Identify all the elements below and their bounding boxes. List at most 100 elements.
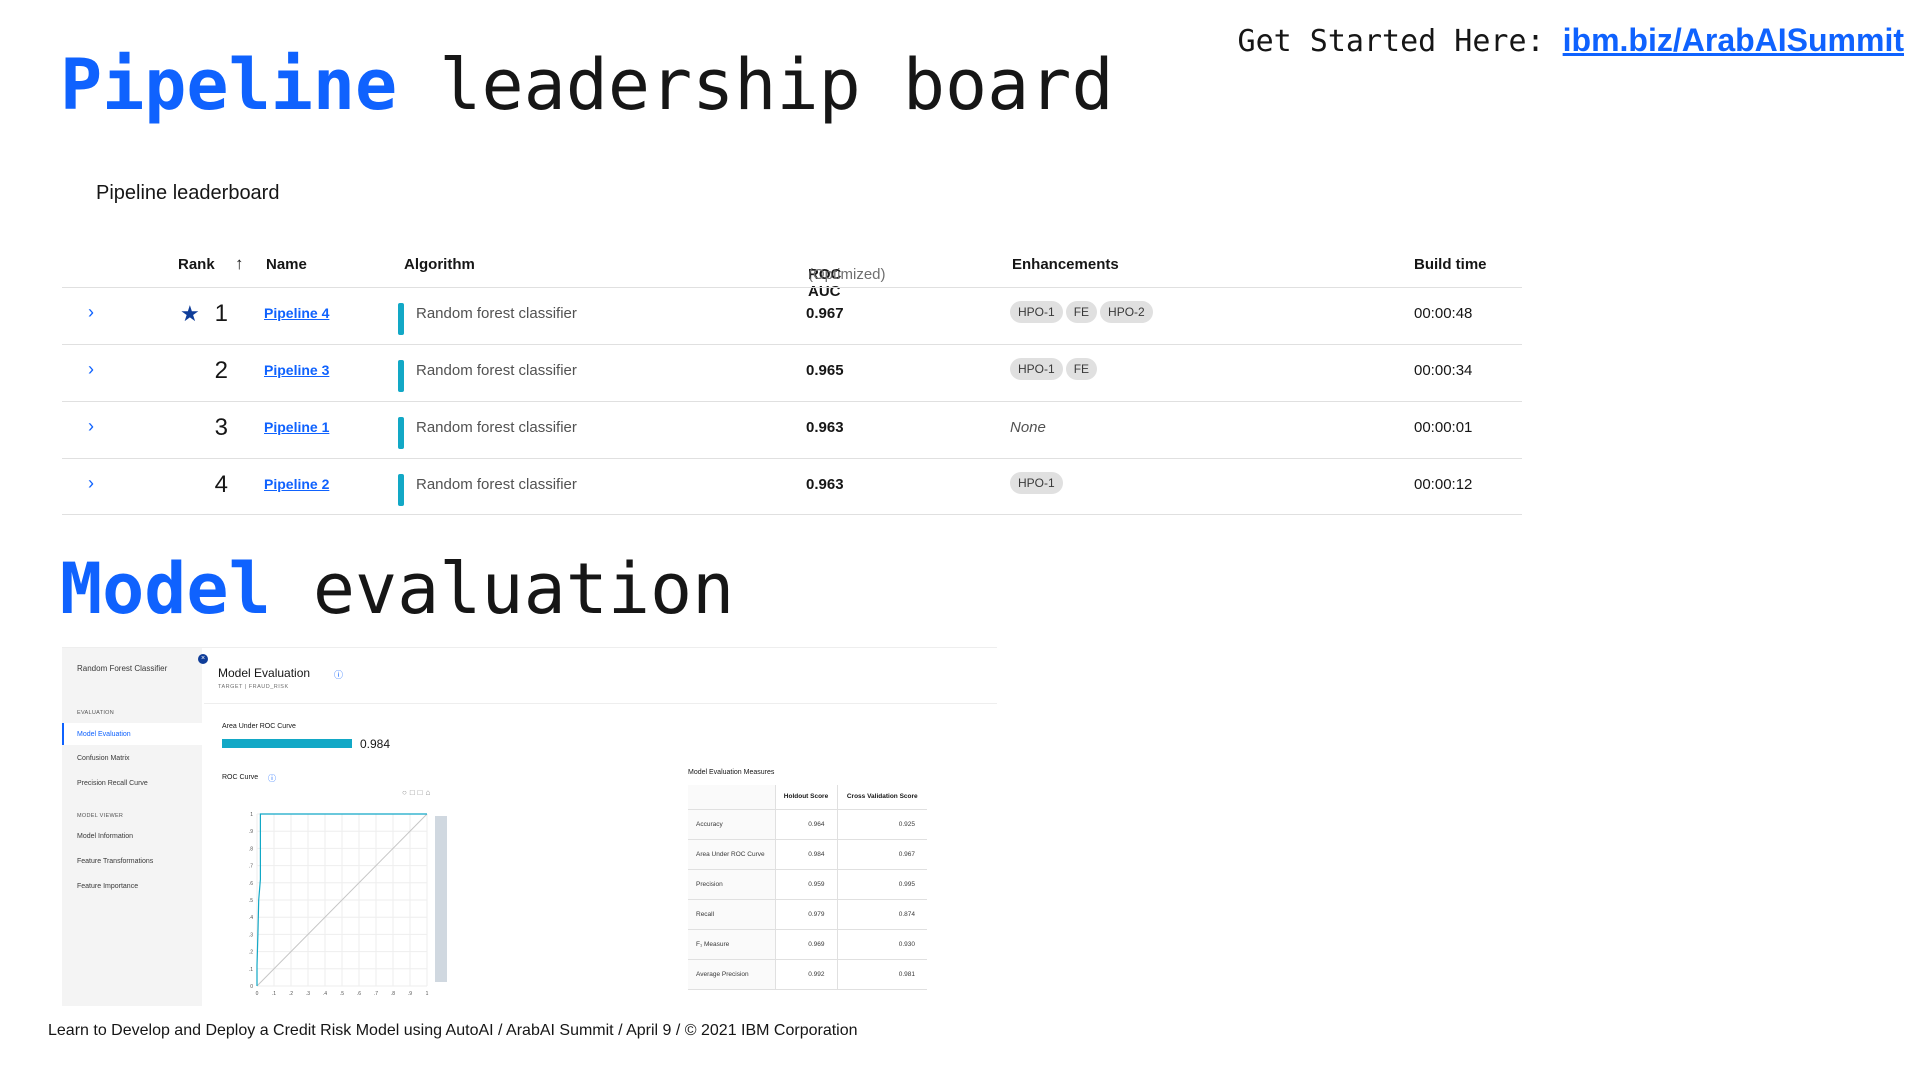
- measure-name: F₁ Measure: [688, 929, 775, 960]
- footer-text: Learn to Develop and Deploy a Credit Ris…: [48, 1022, 858, 1039]
- model-evaluation-panel: Random Forest Classifier EVALUATION Mode…: [62, 647, 997, 1006]
- y-tick-label: .6: [249, 881, 253, 887]
- col-build-time[interactable]: Build time: [1414, 256, 1487, 273]
- pipeline-heading-accent: Pipeline: [60, 44, 398, 126]
- x-tick-label: .3: [306, 991, 310, 997]
- algorithm-name: Random forest classifier: [416, 476, 577, 493]
- pipeline-heading: Pipeline leadership board: [60, 44, 1114, 126]
- sidebar-item-confusion-matrix[interactable]: Confusion Matrix: [77, 755, 130, 762]
- expand-chevron-icon[interactable]: ›: [88, 473, 94, 494]
- x-tick-label: .5: [340, 991, 344, 997]
- y-tick-label: .3: [249, 932, 253, 938]
- model-evaluation-title: Model Evaluation: [218, 666, 311, 680]
- rank-value: 1: [214, 300, 228, 327]
- x-tick-label: 0: [256, 991, 259, 997]
- table-row[interactable]: › 4 Pipeline 2 Random forest classifier …: [62, 458, 1522, 515]
- measure-name: Area Under ROC Curve: [688, 839, 775, 870]
- sidebar-item-feature-transformations[interactable]: Feature Transformations: [77, 858, 153, 865]
- table-row: Accuracy 0.964 0.925: [688, 809, 927, 840]
- sidebar-model-title: Random Forest Classifier: [77, 664, 168, 673]
- cv-score: 0.930: [836, 929, 927, 960]
- enhancement-tag: FE: [1065, 301, 1098, 323]
- enhancement-tag: HPO-1: [1010, 301, 1063, 323]
- sidebar-item-precision-recall[interactable]: Precision Recall Curve: [77, 780, 148, 787]
- expand-chevron-icon[interactable]: ›: [88, 302, 94, 323]
- pipeline-link[interactable]: Pipeline 4: [264, 305, 329, 321]
- enhancements-none: None: [1010, 419, 1046, 436]
- sidebar-item-model-evaluation[interactable]: Model Evaluation: [77, 731, 131, 738]
- close-icon[interactable]: ×: [198, 654, 208, 664]
- sort-arrow-icon[interactable]: ↑: [235, 254, 244, 274]
- table-row: Precision 0.959 0.995: [688, 869, 927, 900]
- measure-name: Recall: [688, 899, 775, 930]
- pipeline-link[interactable]: Pipeline 2: [264, 476, 329, 492]
- model-evaluation-target: TARGET | FRAUD_RISK: [218, 684, 289, 690]
- info-icon[interactable]: ⓘ: [334, 668, 343, 681]
- roc-info-icon[interactable]: ⓘ: [268, 773, 276, 784]
- divider: [204, 703, 997, 704]
- chart-toolbar[interactable]: ○□□⌂: [402, 788, 433, 797]
- auc-value: 0.984: [360, 737, 391, 751]
- rank-value: 3: [214, 414, 228, 441]
- leaderboard-title: Pipeline leaderboard: [96, 182, 280, 204]
- enhancement-tag: HPO-2: [1100, 301, 1153, 323]
- table-row[interactable]: › ★ 1 Pipeline 4 Random forest classifie…: [62, 287, 1522, 344]
- measures-header-cv: Cross Validation Score: [836, 785, 927, 810]
- y-tick-label: 1: [250, 812, 253, 818]
- algorithm-color-bar: [398, 417, 404, 449]
- rank-value: 2: [214, 357, 228, 384]
- pipeline-link[interactable]: Pipeline 3: [264, 362, 329, 378]
- cv-score: 0.995: [836, 869, 927, 900]
- table-row: Average Precision 0.992 0.981: [688, 959, 927, 990]
- model-sidebar: Random Forest Classifier EVALUATION Mode…: [62, 648, 202, 1006]
- measures-table: Holdout Score Cross Validation Score Acc…: [688, 785, 927, 990]
- col-enhancements[interactable]: Enhancements: [1012, 256, 1119, 273]
- y-tick-label: .2: [249, 950, 253, 956]
- expand-chevron-icon[interactable]: ›: [88, 416, 94, 437]
- sidebar-item-model-information[interactable]: Model Information: [77, 833, 133, 840]
- algorithm-color-bar: [398, 474, 404, 506]
- holdout-score: 0.969: [774, 929, 837, 960]
- roc-auc-value: 0.965: [806, 362, 844, 379]
- holdout-score: 0.959: [774, 869, 837, 900]
- y-tick-label: .4: [249, 915, 253, 921]
- model-heading-accent: Model: [60, 548, 271, 630]
- measure-name: Accuracy: [688, 809, 775, 840]
- pipeline-link[interactable]: Pipeline 1: [264, 419, 329, 435]
- y-tick-label: .7: [249, 864, 253, 870]
- enhancement-tags: HPO-1: [1010, 472, 1066, 494]
- measures-title: Model Evaluation Measures: [688, 769, 775, 776]
- algorithm-name: Random forest classifier: [416, 419, 577, 436]
- col-rank[interactable]: Rank: [178, 256, 215, 273]
- sidebar-item-feature-importance[interactable]: Feature Importance: [77, 883, 138, 890]
- leaderboard-header: Rank ↑ Name Algorithm ROC AUC (Optimized…: [62, 246, 1522, 300]
- holdout-score: 0.992: [774, 959, 837, 990]
- col-name[interactable]: Name: [266, 256, 307, 273]
- pipeline-heading-rest: leadership board: [397, 44, 1114, 126]
- cv-score: 0.967: [836, 839, 927, 870]
- roc-scrollbar[interactable]: [435, 816, 447, 982]
- cv-score: 0.925: [836, 809, 927, 840]
- algorithm-color-bar: [398, 303, 404, 335]
- table-row[interactable]: › 2 Pipeline 3 Random forest classifier …: [62, 344, 1522, 401]
- get-started-label: Get Started Here:: [1237, 24, 1563, 59]
- algorithm-color-bar: [398, 360, 404, 392]
- table-row[interactable]: › 3 Pipeline 1 Random forest classifier …: [62, 401, 1522, 458]
- roc-curve-chart: 00 .1 .1 .2 .2 .3 .3 .4 .4 .5 .5 .6 .6 .7 .7 .8 .8 .9 .9 1 1: [249, 812, 447, 997]
- auc-bar: [222, 739, 352, 748]
- cv-score: 0.981: [836, 959, 927, 990]
- col-roc-auc-note: (Optimized): [808, 266, 886, 283]
- enhancement-tags: HPO-1 FE HPO-2: [1010, 301, 1156, 323]
- summit-link[interactable]: ibm.biz/ArabAISummit: [1563, 22, 1904, 58]
- col-algorithm[interactable]: Algorithm: [404, 256, 475, 273]
- x-tick-label: 1: [426, 991, 429, 997]
- algorithm-name: Random forest classifier: [416, 362, 577, 379]
- holdout-score: 0.964: [774, 809, 837, 840]
- measure-name: Average Precision: [688, 959, 775, 990]
- build-time-value: 00:00:12: [1414, 476, 1473, 493]
- x-tick-label: .9: [408, 991, 412, 997]
- model-heading-rest: evaluation: [270, 548, 735, 630]
- expand-chevron-icon[interactable]: ›: [88, 359, 94, 380]
- build-time-value: 00:00:34: [1414, 362, 1473, 379]
- measures-header-blank: [688, 785, 775, 810]
